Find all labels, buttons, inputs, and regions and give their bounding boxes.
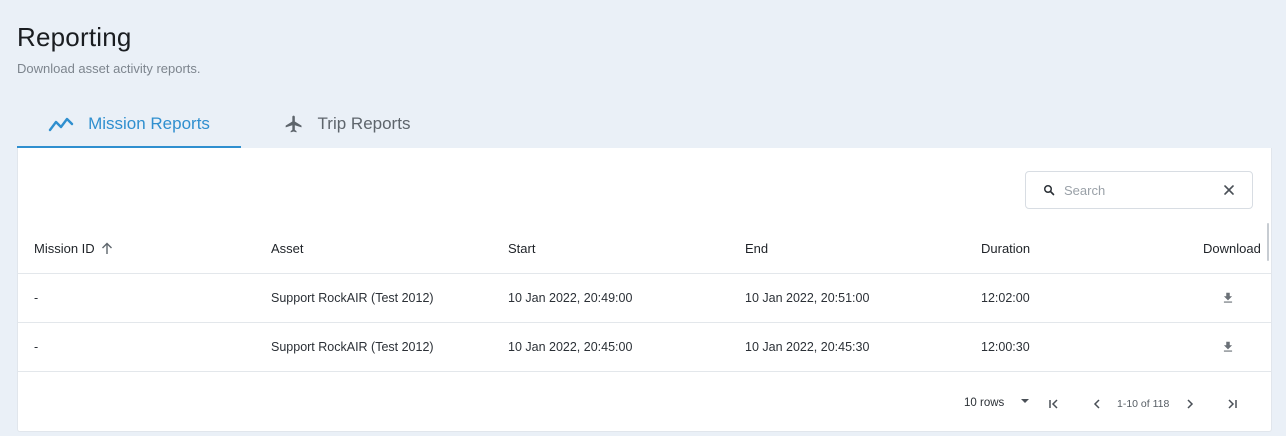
chevron-down-icon [1020,397,1030,405]
trend-line-icon [48,116,74,132]
cell-start: 10 Jan 2022, 20:49:00 [508,291,633,305]
first-page-icon[interactable] [1047,397,1061,411]
sort-ascending-icon[interactable] [101,242,113,255]
next-page-icon[interactable] [1183,397,1197,411]
page-subtitle: Download asset activity reports. [17,61,201,76]
mission-reports-table: Mission ID Asset Start End Duration Down… [18,224,1271,372]
last-page-icon[interactable] [1225,397,1239,411]
report-tabs: Mission Reports Trip Reports [17,100,453,148]
search-box [1025,171,1253,209]
cell-duration: 12:02:00 [981,291,1030,305]
column-header-asset[interactable]: Asset [271,224,304,273]
column-header-duration[interactable]: Duration [981,224,1030,273]
cell-mission-id: - [34,340,39,354]
airplane-icon [284,114,304,134]
cell-asset: Support RockAIR (Test 2012) [271,340,434,354]
column-header-download: Download [1203,241,1261,256]
table-row[interactable]: - Support RockAIR (Test 2012) 10 Jan 202… [18,323,1271,372]
page-title: Reporting [17,22,132,52]
download-icon[interactable] [1221,340,1235,354]
previous-page-icon[interactable] [1090,397,1104,411]
cell-start: 10 Jan 2022, 20:45:00 [508,340,633,354]
cell-mission-id: - [34,291,39,305]
column-header-start[interactable]: Start [508,224,535,273]
tab-mission-reports[interactable]: Mission Reports [17,100,241,148]
rows-per-page-value: 10 rows [964,397,1005,409]
cell-asset: Support RockAIR (Test 2012) [271,291,434,305]
tab-mission-reports-label: Mission Reports [88,114,210,133]
table-header-row: Mission ID Asset Start End Duration Down… [18,224,1271,274]
column-header-end[interactable]: End [745,224,768,273]
cell-duration: 12:00:30 [981,340,1030,354]
reports-card: Mission ID Asset Start End Duration Down… [17,148,1272,432]
tab-trip-reports-label: Trip Reports [317,114,411,133]
clear-search-icon[interactable] [1223,184,1235,196]
search-input[interactable] [1064,182,1214,198]
download-icon[interactable] [1221,291,1235,305]
pagination: 10 rows 1-10 of 118 [18,384,1271,424]
page-range: 1-10 of 118 [1117,398,1170,410]
rows-per-page-select[interactable]: 10 rows [964,397,1029,409]
search-icon [1043,184,1055,196]
tab-trip-reports[interactable]: Trip Reports [241,100,453,148]
cell-end: 10 Jan 2022, 20:45:30 [745,340,870,354]
table-row[interactable]: - Support RockAIR (Test 2012) 10 Jan 202… [18,274,1271,323]
column-header-mission-id[interactable]: Mission ID [34,224,113,273]
cell-end: 10 Jan 2022, 20:51:00 [745,291,870,305]
